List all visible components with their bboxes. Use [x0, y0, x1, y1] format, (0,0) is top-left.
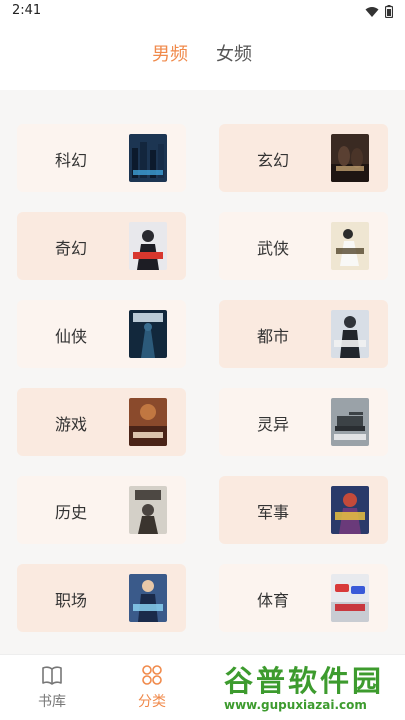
book-cover-image: [129, 222, 167, 270]
nav-shelf[interactable]: 书库: [22, 663, 82, 711]
battery-icon: [385, 5, 393, 18]
category-card-sports[interactable]: 体育: [219, 564, 388, 632]
category-card-qihuan[interactable]: 奇幻: [17, 212, 186, 280]
book-cover-image: [331, 486, 369, 534]
category-label: 职场: [54, 591, 87, 610]
book-icon: [42, 666, 62, 685]
book-cover-image: [331, 222, 369, 270]
category-icon: [142, 665, 162, 685]
wifi-icon: [365, 6, 379, 17]
watermark-url: www.gupuxiazai.com: [224, 698, 367, 712]
book-cover-image: [129, 486, 167, 534]
watermark: 谷普软件园 www.gupuxiazai.com: [220, 658, 403, 718]
category-card-workplace[interactable]: 职场: [17, 564, 186, 632]
book-cover-image: [331, 134, 369, 182]
nav-category[interactable]: 分类: [122, 663, 182, 711]
nav-shelf-label: 书库: [38, 694, 66, 710]
category-card-xuanhuan[interactable]: 玄幻: [219, 124, 388, 192]
category-label: 玄幻: [256, 151, 289, 170]
category-grid: 科幻 玄幻 奇幻 武侠 仙侠 都市 游戏 灵异 历史 军事 职场 体育: [0, 90, 405, 654]
book-cover-image: [331, 574, 369, 622]
category-card-wuxia[interactable]: 武侠: [219, 212, 388, 280]
category-label: 体育: [256, 591, 289, 610]
tab-female[interactable]: 女频: [216, 40, 252, 66]
book-cover-image: [129, 134, 167, 182]
category-card-scifi[interactable]: 科幻: [17, 124, 186, 192]
status-icons: [365, 5, 393, 18]
nav-category-label: 分类: [138, 694, 166, 710]
header: 男频 女频: [0, 24, 405, 90]
category-label: 奇幻: [54, 239, 87, 258]
category-card-dushi[interactable]: 都市: [219, 300, 388, 368]
watermark-title: 谷普软件园: [224, 664, 385, 698]
category-card-game[interactable]: 游戏: [17, 388, 186, 456]
category-label: 都市: [256, 327, 289, 346]
category-label: 军事: [256, 503, 289, 522]
category-label: 仙侠: [54, 327, 87, 346]
tab-male[interactable]: 男频: [152, 40, 188, 66]
category-card-military[interactable]: 军事: [219, 476, 388, 544]
book-cover-image: [129, 310, 167, 358]
status-bar: 2:41: [0, 0, 405, 24]
category-card-history[interactable]: 历史: [17, 476, 186, 544]
book-cover-image: [331, 398, 369, 446]
category-label: 科幻: [54, 151, 87, 170]
book-cover-image: [129, 574, 167, 622]
category-label: 灵异: [256, 415, 289, 434]
book-cover-image: [331, 310, 369, 358]
status-time: 2:41: [12, 3, 42, 18]
book-cover-image: [129, 398, 167, 446]
category-card-lingyi[interactable]: 灵异: [219, 388, 388, 456]
category-label: 历史: [54, 503, 87, 522]
category-label: 武侠: [256, 239, 289, 258]
category-card-xianxia[interactable]: 仙侠: [17, 300, 186, 368]
category-label: 游戏: [54, 415, 87, 434]
